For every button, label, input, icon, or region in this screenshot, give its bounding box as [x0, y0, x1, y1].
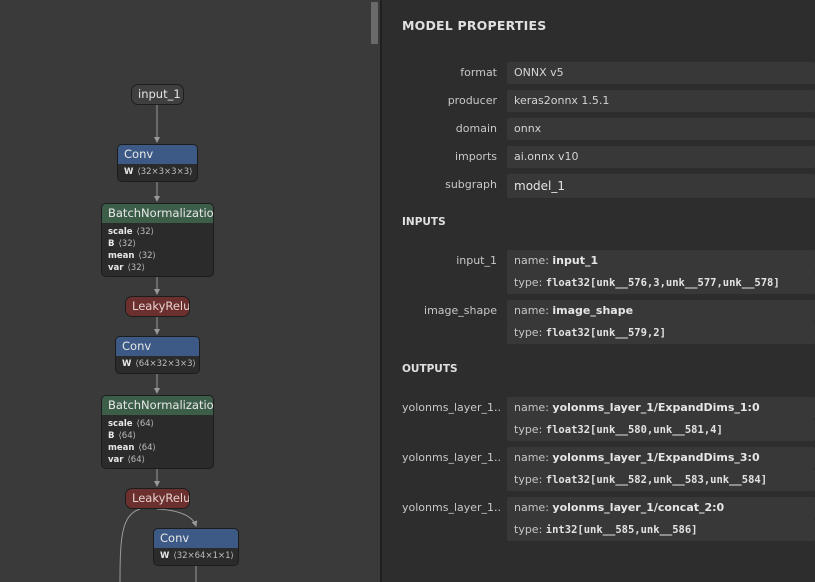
- output-type-1: type: float32[unk__580,unk__581,4]: [507, 419, 815, 441]
- output-label-3: yolonms_layer_1...: [402, 501, 502, 514]
- output-name-2[interactable]: name: yolonms_layer_1/ExpandDims_3:0: [507, 447, 815, 469]
- inputs-section-title: INPUTS: [402, 216, 446, 228]
- node-batchnorm-1[interactable]: BatchNormalization scale ⟨32⟩ B ⟨32⟩ mean ⟨…: [101, 203, 214, 277]
- node-attr: B ⟨64⟩: [108, 431, 136, 441]
- output-type-3: type: int32[unk__585,unk__586]: [507, 519, 815, 541]
- node-leakyrelu-1[interactable]: LeakyRelu: [125, 296, 190, 317]
- node-op-label: LeakyRelu: [126, 297, 189, 316]
- node-op-label: Conv: [118, 145, 197, 164]
- output-name-3[interactable]: name: yolonms_layer_1/concat_2:0: [507, 497, 815, 519]
- graph-scrollbar[interactable]: [369, 0, 380, 582]
- node-input-label: input_1: [138, 87, 181, 101]
- output-label-2: yolonms_layer_1...: [402, 451, 502, 464]
- prop-label-domain: domain: [455, 122, 497, 135]
- node-op-label: Conv: [116, 337, 199, 356]
- prop-label-format: format: [460, 66, 497, 79]
- node-attr: scale ⟨64⟩: [108, 419, 154, 429]
- node-attr: var ⟨64⟩: [108, 455, 145, 465]
- subgraph-select[interactable]: model_1: [507, 174, 815, 198]
- output-type-2: type: float32[unk__582,unk__583,unk__584…: [507, 469, 815, 491]
- node-op-label: LeakyRelu: [126, 489, 189, 508]
- model-properties-panel: MODEL PROPERTIES format ONNX v5 producer…: [382, 0, 815, 582]
- prop-label-imports: imports: [454, 150, 497, 163]
- input-label-image_shape: image_shape: [424, 304, 497, 317]
- prop-value-domain: onnx: [507, 118, 815, 140]
- output-name-1[interactable]: name: yolonms_layer_1/ExpandDims_1:0: [507, 397, 815, 419]
- edge-relu2-skip: [119, 508, 141, 582]
- input-name-input_1[interactable]: name: input_1: [507, 250, 815, 272]
- prop-value-format: ONNX v5: [507, 62, 815, 84]
- node-conv-2[interactable]: Conv W ⟨64×32×3×3⟩: [115, 336, 200, 374]
- outputs-section-title: OUTPUTS: [402, 363, 458, 375]
- input-name-image_shape[interactable]: name: image_shape: [507, 300, 815, 322]
- prop-value-imports: ai.onnx v10: [507, 146, 815, 168]
- prop-value-producer: keras2onnx 1.5.1: [507, 90, 815, 112]
- node-conv-3[interactable]: Conv W ⟨32×64×1×1⟩: [153, 528, 239, 566]
- node-op-label: BatchNormalization: [102, 396, 213, 415]
- node-input[interactable]: input_1: [131, 84, 184, 105]
- panel-title: MODEL PROPERTIES: [402, 18, 547, 33]
- node-attr: var ⟨32⟩: [108, 263, 145, 273]
- graph-canvas[interactable]: input_1 Conv W ⟨32×3×3×3⟩ BatchNormalizat…: [0, 0, 382, 582]
- node-attr: W ⟨32×64×1×1⟩: [160, 551, 234, 561]
- node-op-label: BatchNormalization: [102, 204, 213, 223]
- input-label-input_1: input_1: [456, 254, 497, 267]
- edge-relu2-conv3: [156, 508, 198, 527]
- node-attr: W ⟨32×3×3×3⟩: [124, 167, 193, 177]
- node-attr: W ⟨64×32×3×3⟩: [122, 359, 196, 369]
- node-batchnorm-2[interactable]: BatchNormalization scale ⟨64⟩ B ⟨64⟩ mean ⟨…: [101, 395, 214, 469]
- input-type-image_shape: type: float32[unk__579,2]: [507, 322, 815, 344]
- prop-label-producer: producer: [447, 94, 497, 107]
- node-attr: mean ⟨64⟩: [108, 443, 156, 453]
- scrollbar-thumb[interactable]: [371, 2, 378, 44]
- output-label-1: yolonms_layer_1...: [402, 401, 502, 414]
- prop-label-subgraph: subgraph: [445, 178, 497, 191]
- node-attr: scale ⟨32⟩: [108, 227, 154, 237]
- node-op-label: Conv: [154, 529, 238, 548]
- input-type-input_1: type: float32[unk__576,3,unk__577,unk__5…: [507, 272, 815, 294]
- node-conv-1[interactable]: Conv W ⟨32×3×3×3⟩: [117, 144, 198, 182]
- graph-edges: [119, 104, 198, 582]
- node-attr: B ⟨32⟩: [108, 239, 136, 249]
- node-attr: mean ⟨32⟩: [108, 251, 156, 261]
- node-leakyrelu-2[interactable]: LeakyRelu: [125, 488, 190, 509]
